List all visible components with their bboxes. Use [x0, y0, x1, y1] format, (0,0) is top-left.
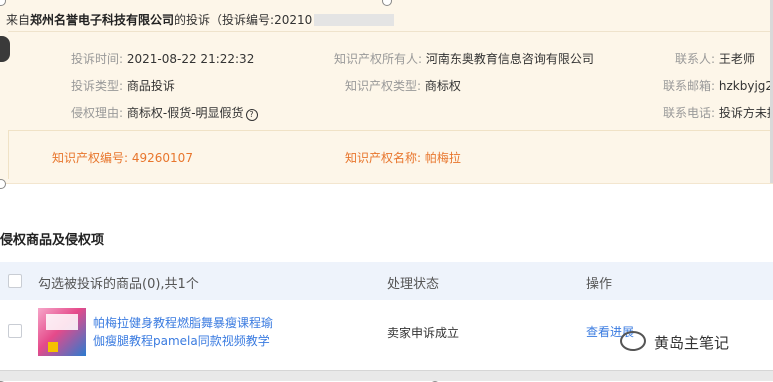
- complaint-type-label: 投诉类型:: [71, 79, 124, 93]
- header-divider: [8, 31, 773, 32]
- product-link[interactable]: 帕梅拉健身教程燃脂舞暴瘦课程瑜伽瘦腿教程pamela同款视频教学: [93, 314, 283, 350]
- owner-field: 知识产权所有人: 河南东奥教育信息咨询有限公司: [334, 50, 594, 67]
- header-prefix: 来自: [6, 13, 31, 27]
- section-title: 侵权商品及侵权项: [0, 233, 105, 248]
- product-thumbnail[interactable]: [38, 308, 86, 356]
- complaint-time-field: 投诉时间: 2021-08-22 21:22:32: [71, 50, 254, 67]
- contact-value: 王老师: [718, 52, 755, 66]
- email-field: 联系邮箱: hzkbyjg202: [663, 77, 773, 94]
- reason-field: 侵权理由: 商标权-假货-明显假货?: [71, 104, 258, 121]
- email-label: 联系邮箱:: [663, 79, 716, 93]
- complaint-header: 来自郑州名誉电子科技有限公司的投诉（投诉编号:20210: [6, 11, 395, 28]
- masked-complaint-id: [314, 14, 395, 26]
- phone-value: 投诉方未提: [718, 106, 773, 120]
- ip-type-value: 商标权: [424, 79, 461, 93]
- watermark: 黄岛主笔记: [620, 331, 729, 353]
- ip-number-label: 知识产权编号:: [52, 151, 129, 165]
- help-circle-icon[interactable]: ?: [245, 109, 258, 121]
- complainant-company: 郑州名誉电子科技有限公司: [30, 13, 175, 27]
- complaint-time-value: 2021-08-22 21:22:32: [126, 52, 255, 66]
- status-text: 卖家申诉成立: [387, 326, 460, 340]
- phone-label: 联系电话:: [663, 106, 716, 120]
- resize-handle-left[interactable]: [0, 179, 6, 189]
- contact-label: 联系人:: [675, 52, 716, 66]
- owner-value: 河南东奥教育信息咨询有限公司: [425, 52, 594, 66]
- col-action-header: 操作: [586, 277, 613, 292]
- owner-label: 知识产权所有人:: [334, 52, 423, 66]
- phone-field: 联系电话: 投诉方未提: [663, 104, 773, 121]
- ip-number-value: 49260107: [131, 151, 193, 165]
- ip-name-label: 知识产权名称:: [345, 151, 422, 165]
- watermark-text: 黄岛主笔记: [654, 334, 730, 352]
- reason-value: 商标权-假货-明显假货: [126, 106, 244, 120]
- ip-name-value: 帕梅拉: [424, 151, 461, 165]
- wechat-icon: [620, 331, 646, 351]
- col-select-header: 勾选被投诉的商品(0),共1个: [38, 277, 199, 292]
- col-status-header: 处理状态: [387, 277, 440, 292]
- complaint-time-label: 投诉时间:: [71, 52, 124, 66]
- bottom-scrollbar[interactable]: [0, 370, 773, 381]
- table-header: 勾选被投诉的商品(0),共1个 处理状态 操作: [0, 262, 773, 300]
- complaint-type-value: 商品投诉: [126, 79, 175, 93]
- side-tab-handle[interactable]: [0, 36, 10, 62]
- complaint-type-field: 投诉类型: 商品投诉: [71, 77, 175, 94]
- ip-type-label: 知识产权类型:: [345, 79, 422, 93]
- reason-label: 侵权理由:: [71, 106, 124, 120]
- ip-type-field: 知识产权类型: 商标权: [345, 77, 461, 94]
- contact-field: 联系人: 王老师: [675, 50, 755, 67]
- select-all-checkbox[interactable]: [8, 274, 22, 288]
- row-checkbox[interactable]: [8, 324, 22, 338]
- ip-number-field: 知识产权编号: 49260107: [52, 149, 193, 166]
- email-value: hzkbyjg202: [718, 79, 773, 93]
- header-suffix: 的投诉（投诉编号:20210: [174, 13, 313, 27]
- complaint-info-panel: 来自郑州名誉电子科技有限公司的投诉（投诉编号:20210 投诉时间: 2021-…: [0, 0, 773, 184]
- ip-name-field: 知识产权名称: 帕梅拉: [345, 149, 461, 166]
